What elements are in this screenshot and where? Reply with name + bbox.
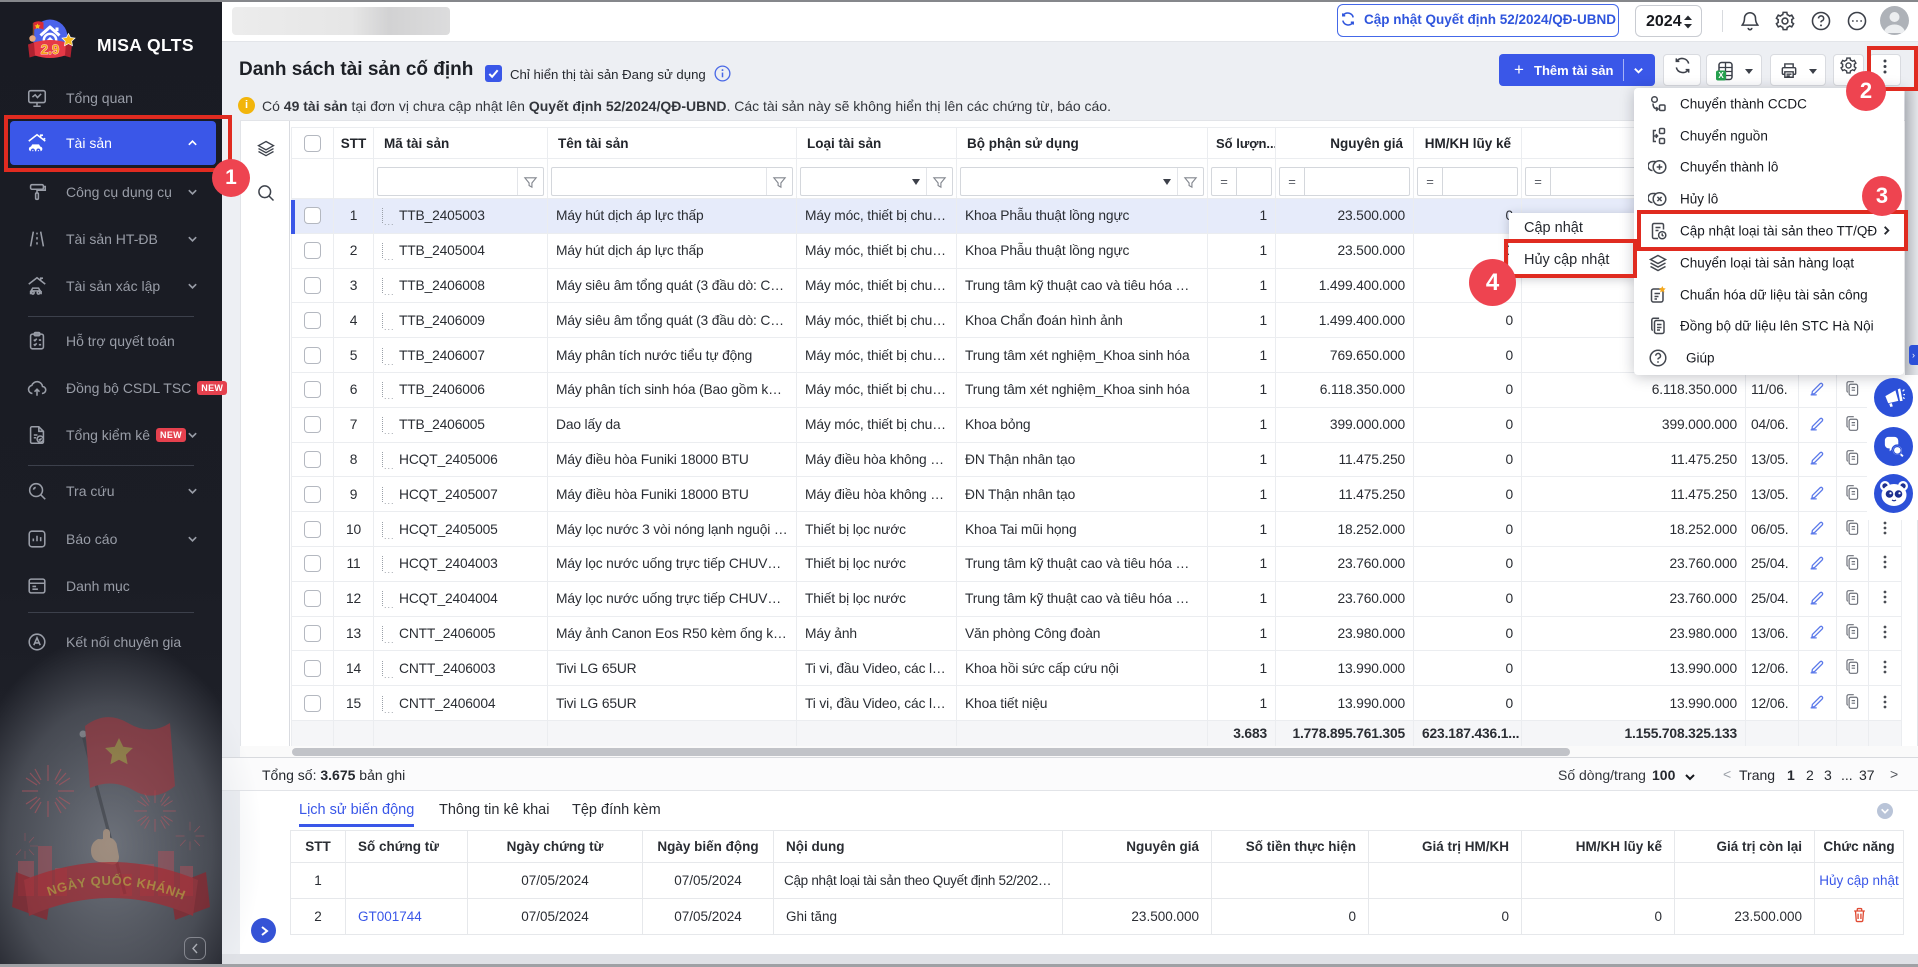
svg-text:2.9: 2.9 xyxy=(41,42,60,57)
svg-text:X: X xyxy=(1718,71,1724,80)
